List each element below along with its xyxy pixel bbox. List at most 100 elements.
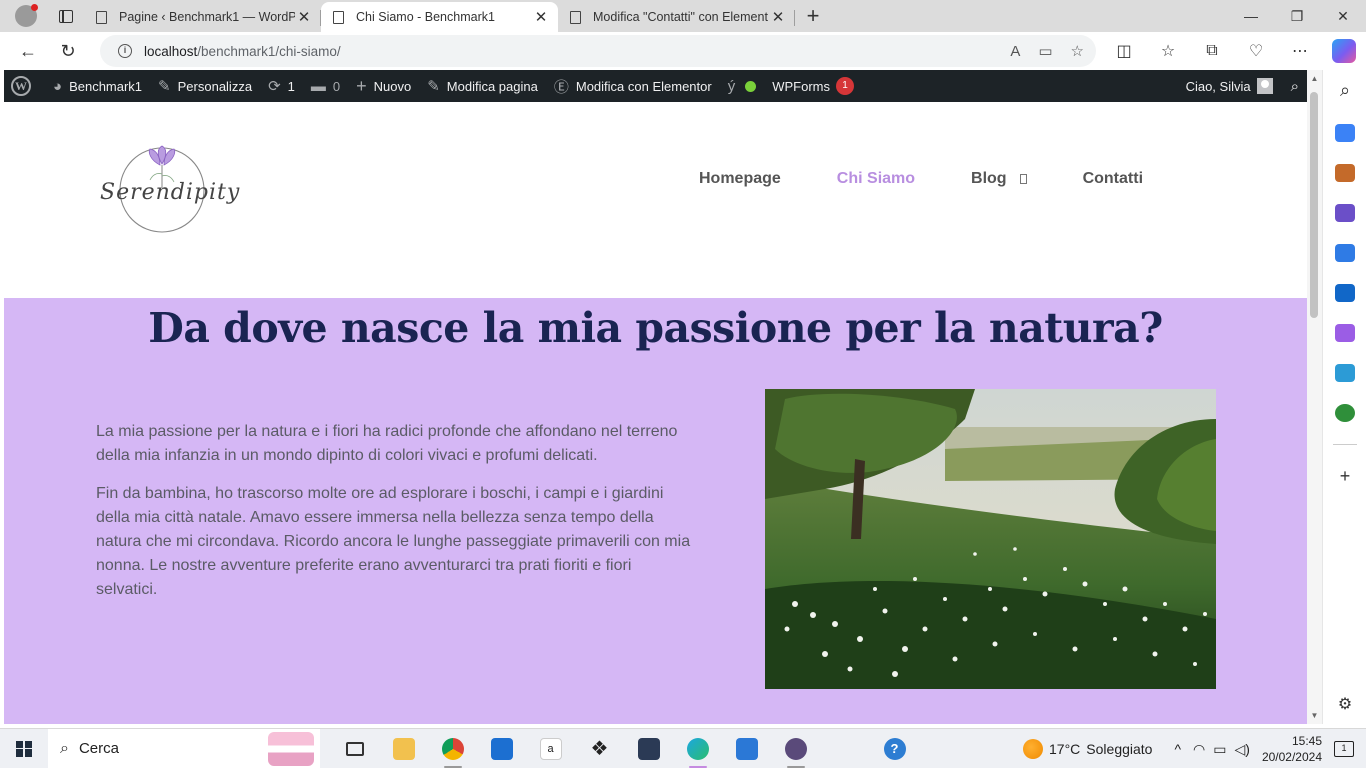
favorite-star-icon[interactable]: ☆ <box>1071 42 1084 60</box>
minimize-button[interactable]: — <box>1228 0 1274 32</box>
wifi-icon[interactable]: ◠ <box>1193 741 1205 758</box>
updates-icon: ⟳ <box>268 78 281 95</box>
scroll-down-icon[interactable]: ▼ <box>1307 711 1322 720</box>
edit-page-link[interactable]: ✎ Modifica pagina <box>419 70 546 102</box>
help-icon[interactable]: ? <box>870 729 919 768</box>
split-screen-icon[interactable]: ◫ <box>1102 41 1146 61</box>
plus-icon: + <box>356 75 367 96</box>
mail-icon[interactable] <box>722 729 771 768</box>
meadow-photo <box>765 389 1216 689</box>
volume-icon[interactable]: ◁) <box>1235 741 1250 758</box>
edge-icon[interactable] <box>673 729 722 768</box>
visual-studio-icon[interactable] <box>624 729 673 768</box>
favorites-icon[interactable]: ☆ <box>1146 41 1190 61</box>
weather-condition[interactable]: Soleggiato <box>1086 741 1152 757</box>
close-tab-icon[interactable]: ✕ <box>769 8 787 26</box>
sidebar-search-icon[interactable]: ⌕ <box>1323 80 1366 101</box>
comments-link[interactable]: ▬ 0 <box>303 70 348 102</box>
page-scrollbar[interactable]: ▲ ▼ <box>1307 70 1322 724</box>
read-aloud-icon[interactable]: A <box>1010 43 1020 60</box>
wp-logo-menu[interactable]: W <box>4 70 45 102</box>
site-name-menu[interactable]: ◕ Benchmark1 <box>45 70 150 102</box>
browser-tab-pagine[interactable]: Pagine ‹ Benchmark1 — WordPre ✕ <box>84 2 321 32</box>
updates-link[interactable]: ⟳ 1 <box>260 70 303 102</box>
weather-sun-icon[interactable] <box>1023 739 1044 759</box>
designer-icon[interactable] <box>1335 324 1355 342</box>
account-menu[interactable]: Ciao, Silvia <box>1178 70 1281 102</box>
microsoft-365-icon[interactable] <box>1335 244 1355 262</box>
page-icon <box>570 10 581 24</box>
sidebar-settings-icon[interactable]: ⚙ <box>1323 694 1366 714</box>
browser-essentials-icon[interactable]: ♡ <box>1234 41 1278 61</box>
microsoft-store-icon[interactable] <box>477 729 526 768</box>
url-text: localhost/benchmark1/chi-siamo/ <box>144 43 341 59</box>
avatar <box>1256 78 1273 94</box>
immersive-reader-icon[interactable]: ▭ <box>1038 42 1052 60</box>
new-tab-button[interactable]: + <box>795 2 831 32</box>
add-sidebar-app-icon[interactable]: + <box>1323 466 1366 487</box>
new-content-menu[interactable]: + Nuovo <box>348 70 419 102</box>
copilot-icon[interactable] <box>1332 39 1356 63</box>
dropdown-caret-icon[interactable] <box>1019 174 1027 184</box>
edge-sidebar: ⌕ + ⚙ <box>1322 70 1366 724</box>
games-icon[interactable] <box>1335 204 1355 222</box>
elementor-icon: Ⓔ <box>553 78 569 96</box>
chrome-icon[interactable] <box>428 729 477 768</box>
nav-chi-siamo[interactable]: Chi Siamo <box>837 170 915 188</box>
about-section: Da dove nasce la mia passione per la nat… <box>4 298 1307 724</box>
admin-search-icon[interactable]: ⌕ <box>1281 70 1307 102</box>
browser-tab-chi-siamo[interactable]: Chi Siamo - Benchmark1 ✕ <box>321 2 558 32</box>
system-tray: 17°C Soleggiato ^ ◠ ▭ ◁) 15:45 20/02/202… <box>1023 729 1366 768</box>
wpforms-menu[interactable]: WPForms 1 <box>764 70 862 102</box>
weather-temperature[interactable]: 17°C <box>1049 741 1080 757</box>
customize-link[interactable]: ✎ Personalizza <box>150 70 260 102</box>
scroll-up-icon[interactable]: ▲ <box>1307 74 1322 83</box>
close-tab-icon[interactable]: ✕ <box>532 8 550 26</box>
logo-wordmark: Serendipity <box>100 180 241 205</box>
outlook-icon[interactable] <box>1335 284 1355 302</box>
back-button[interactable]: ← <box>8 32 48 70</box>
close-tab-icon[interactable]: ✕ <box>295 8 313 26</box>
scrollbar-thumb[interactable] <box>1310 92 1318 318</box>
more-menu-icon[interactable]: ⋯ <box>1278 41 1322 61</box>
shopping-tag-icon[interactable] <box>1335 124 1355 142</box>
edit-with-elementor-link[interactable]: Ⓔ Modifica con Elementor <box>546 70 720 102</box>
nav-homepage[interactable]: Homepage <box>699 170 781 188</box>
file-explorer-icon[interactable] <box>379 729 428 768</box>
amazon-icon[interactable]: a <box>526 729 575 768</box>
tray-chevron-icon[interactable]: ^ <box>1174 741 1181 757</box>
tree-icon[interactable] <box>1335 404 1355 422</box>
pencil-icon: ✎ <box>427 78 440 95</box>
address-bar[interactable]: i localhost/benchmark1/chi-siamo/ A ▭ ☆ <box>100 35 1096 67</box>
profile-icon[interactable] <box>15 4 38 27</box>
tab-title: Chi Siamo - Benchmark1 <box>356 10 495 24</box>
page-heading: Da dove nasce la mia passione per la nat… <box>148 304 1163 352</box>
taskbar-search[interactable]: ⌕ Cerca <box>48 728 320 768</box>
site-info-icon[interactable]: i <box>118 44 132 58</box>
task-view-icon[interactable] <box>330 729 379 768</box>
main-navigation: Homepage Chi Siamo Blog Contatti <box>699 170 1199 188</box>
dropbox-icon[interactable]: ❖ <box>575 729 624 768</box>
site-logo[interactable]: Serendipity <box>100 142 241 242</box>
taskbar-clock[interactable]: 15:45 20/02/2024 <box>1262 733 1322 765</box>
notification-center-icon[interactable]: 1 <box>1334 741 1354 757</box>
workspaces-icon[interactable] <box>59 9 73 23</box>
tab-title: Modifica "Contatti" con Element <box>593 10 768 24</box>
nav-blog[interactable]: Blog <box>971 170 1027 188</box>
collections-icon[interactable]: ⧉ <box>1190 42 1234 60</box>
dashboard-icon: ◕ <box>53 77 63 95</box>
reload-button[interactable]: ↻ <box>48 32 88 70</box>
start-button[interactable] <box>0 729 48 768</box>
tools-briefcase-icon[interactable] <box>1335 164 1355 182</box>
browser-tab-modifica-contatti[interactable]: Modifica "Contatti" con Element ✕ <box>558 2 795 32</box>
battery-icon[interactable]: ▭ <box>1213 741 1226 758</box>
paragraph-intro: La mia passione per la natura e i fiori … <box>96 423 678 464</box>
wordpress-icon: W <box>11 76 31 96</box>
yoast-seo-menu[interactable]: ý <box>720 70 765 102</box>
drop-icon[interactable] <box>1335 364 1355 382</box>
github-desktop-icon[interactable] <box>771 729 820 768</box>
nav-contatti[interactable]: Contatti <box>1083 170 1143 188</box>
restore-button[interactable]: ❐ <box>1274 0 1320 32</box>
site-header: Serendipity Homepage Chi Siamo Blog Cont… <box>4 102 1307 298</box>
close-window-button[interactable]: ✕ <box>1320 0 1366 32</box>
